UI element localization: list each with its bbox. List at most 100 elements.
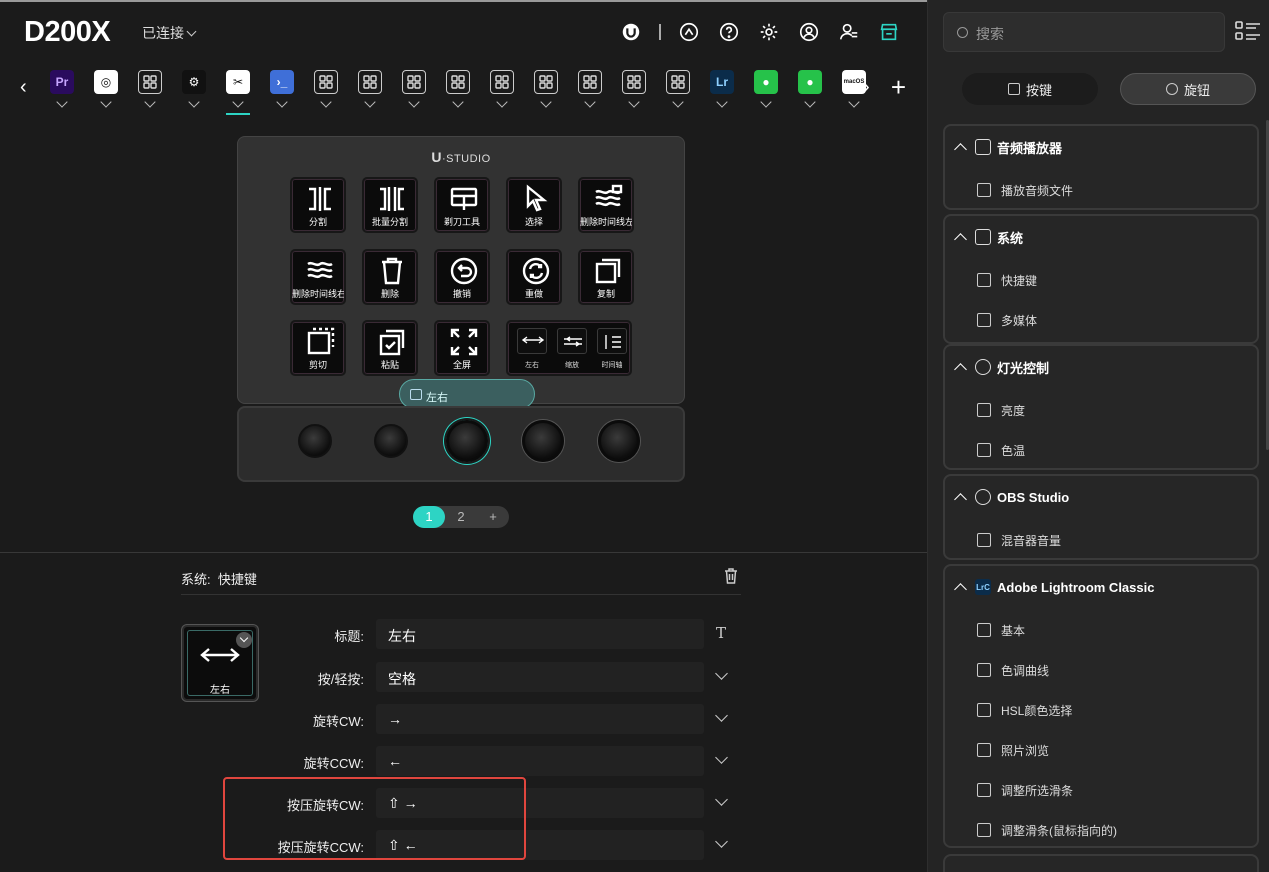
chevron-down-icon[interactable] <box>672 96 684 108</box>
chevron-down-icon[interactable] <box>716 96 728 108</box>
page-1-button[interactable]: 1 <box>413 506 445 528</box>
action-item[interactable]: 调整滑条(鼠标指向的) <box>977 820 1117 840</box>
chevron-down-icon[interactable] <box>628 96 640 108</box>
action-item[interactable]: 亮度 <box>977 400 1025 420</box>
key-batch[interactable]: 批量分割 <box>362 177 418 233</box>
chevron-down-icon[interactable] <box>712 793 730 811</box>
app-profile-grid7[interactable] <box>524 70 568 118</box>
search-box[interactable]: 搜索 <box>943 12 1225 52</box>
chevron-down-icon[interactable] <box>276 96 288 108</box>
collapse-icon[interactable] <box>954 143 967 156</box>
key-redo[interactable]: 重做 <box>506 249 562 305</box>
chevron-down-icon[interactable] <box>232 96 244 108</box>
app-profile-grid2[interactable] <box>304 70 348 118</box>
knob-2[interactable] <box>374 424 408 458</box>
knob-3[interactable] <box>446 420 488 462</box>
action-item[interactable]: 基本 <box>977 620 1025 640</box>
action-item[interactable]: HSL颜色选择 <box>977 700 1072 720</box>
action-item[interactable]: 播放音频文件 <box>977 180 1073 200</box>
key-waves[interactable]: 删除时间线左 <box>578 177 634 233</box>
action-item[interactable]: 多媒体 <box>977 310 1037 330</box>
chevron-down-icon[interactable] <box>320 96 332 108</box>
list-view-icon[interactable] <box>1235 20 1261 42</box>
add-page-button[interactable]: + <box>477 506 509 528</box>
tab-knobs[interactable]: 旋钮 <box>1120 73 1256 105</box>
chevron-down-icon[interactable] <box>408 96 420 108</box>
app-profile-wechat2[interactable]: ● <box>788 70 832 118</box>
action-item[interactable]: 色温 <box>977 440 1025 460</box>
scroll-right-icon[interactable]: › <box>863 76 870 99</box>
app-profile-terminal[interactable]: ›_ <box>260 70 304 118</box>
connection-dropdown[interactable]: 已连接 <box>142 23 197 43</box>
app-profile-grid8[interactable] <box>568 70 612 118</box>
search-input[interactable]: 搜索 <box>976 24 1004 44</box>
key-copy[interactable]: 复制 <box>578 249 634 305</box>
knob-group-key[interactable]: 左右 缩放 时间轴 <box>506 320 632 376</box>
action-item[interactable]: 混音器音量 <box>977 530 1061 550</box>
chevron-down-icon[interactable] <box>712 667 730 685</box>
action-item[interactable]: 快捷键 <box>977 270 1037 290</box>
chevron-down-icon[interactable] <box>496 96 508 108</box>
add-profile-button[interactable]: + <box>891 72 906 103</box>
app-profile-davinci[interactable]: ◎ <box>84 70 128 118</box>
collapse-icon[interactable] <box>954 233 967 246</box>
key-cut[interactable]: 剪切 <box>290 320 346 376</box>
chevron-down-icon[interactable] <box>364 96 376 108</box>
group-header[interactable]: 音频播放器 <box>953 138 1062 156</box>
account-icon[interactable] <box>789 18 829 46</box>
group-header[interactable]: LrC Adobe Lightroom Classic <box>953 578 1154 596</box>
chevron-down-icon[interactable] <box>540 96 552 108</box>
chevron-down-icon[interactable] <box>848 96 860 108</box>
app-profile-lightroom[interactable]: Lr <box>700 70 744 118</box>
app-profile-premiere[interactable]: Pr <box>40 70 84 118</box>
field-value[interactable]: ← <box>376 746 704 776</box>
plugin-icon[interactable] <box>669 18 709 46</box>
key-paste[interactable]: 粘贴 <box>362 320 418 376</box>
app-profile-gear[interactable]: ⚙ <box>172 70 216 118</box>
app-profile-grid6[interactable] <box>480 70 524 118</box>
knob-4[interactable] <box>522 420 564 462</box>
app-profile-capcut[interactable]: ✂ <box>216 70 260 118</box>
chevron-down-icon[interactable] <box>584 96 596 108</box>
gear-icon[interactable] <box>749 18 789 46</box>
app-profile-grid4[interactable] <box>392 70 436 118</box>
chevron-down-icon[interactable] <box>712 835 730 853</box>
action-item[interactable]: 色调曲线 <box>977 660 1049 680</box>
collapse-icon[interactable] <box>954 363 967 376</box>
community-icon[interactable] <box>829 18 869 46</box>
action-item[interactable]: 照片浏览 <box>977 740 1049 760</box>
field-value[interactable]: → <box>376 704 704 734</box>
action-item[interactable]: 调整所选滑条 <box>977 780 1073 800</box>
knob-5[interactable] <box>598 420 640 462</box>
text-format-icon[interactable]: T <box>712 624 730 642</box>
chevron-down-icon[interactable] <box>712 709 730 727</box>
chevron-down-icon[interactable] <box>804 96 816 108</box>
group-header[interactable]: 系统 <box>953 228 1023 246</box>
app-profile-grid10[interactable] <box>656 70 700 118</box>
group-header[interactable]: OBS Studio <box>953 488 1069 506</box>
chevron-down-icon[interactable] <box>452 96 464 108</box>
key-split[interactable]: 分割 <box>290 177 346 233</box>
trash-icon[interactable] <box>723 567 739 585</box>
collapse-icon[interactable] <box>954 493 967 506</box>
chevron-down-icon[interactable] <box>100 96 112 108</box>
ulanzi-logo-icon[interactable] <box>611 18 651 46</box>
app-profile-grid5[interactable] <box>436 70 480 118</box>
chevron-down-icon[interactable] <box>144 96 156 108</box>
key-undo[interactable]: 撤销 <box>434 249 490 305</box>
app-profile-grid1[interactable] <box>128 70 172 118</box>
help-icon[interactable] <box>709 18 749 46</box>
key-razor[interactable]: 剃刀工具 <box>434 177 490 233</box>
chevron-down-icon[interactable] <box>188 96 200 108</box>
app-profile-grid9[interactable] <box>612 70 656 118</box>
key-waves2[interactable]: 删除时间线右 <box>290 249 346 305</box>
chevron-down-icon[interactable] <box>56 96 68 108</box>
chevron-down-icon[interactable] <box>712 751 730 769</box>
key-trash[interactable]: 删除 <box>362 249 418 305</box>
field-value[interactable]: 左右 <box>376 619 704 649</box>
chevron-down-icon[interactable] <box>760 96 772 108</box>
app-profile-wechat1[interactable]: ● <box>744 70 788 118</box>
scroll-left-icon[interactable]: ‹ <box>20 76 27 99</box>
store-icon[interactable] <box>869 18 909 46</box>
field-value[interactable]: 空格 <box>376 662 704 692</box>
